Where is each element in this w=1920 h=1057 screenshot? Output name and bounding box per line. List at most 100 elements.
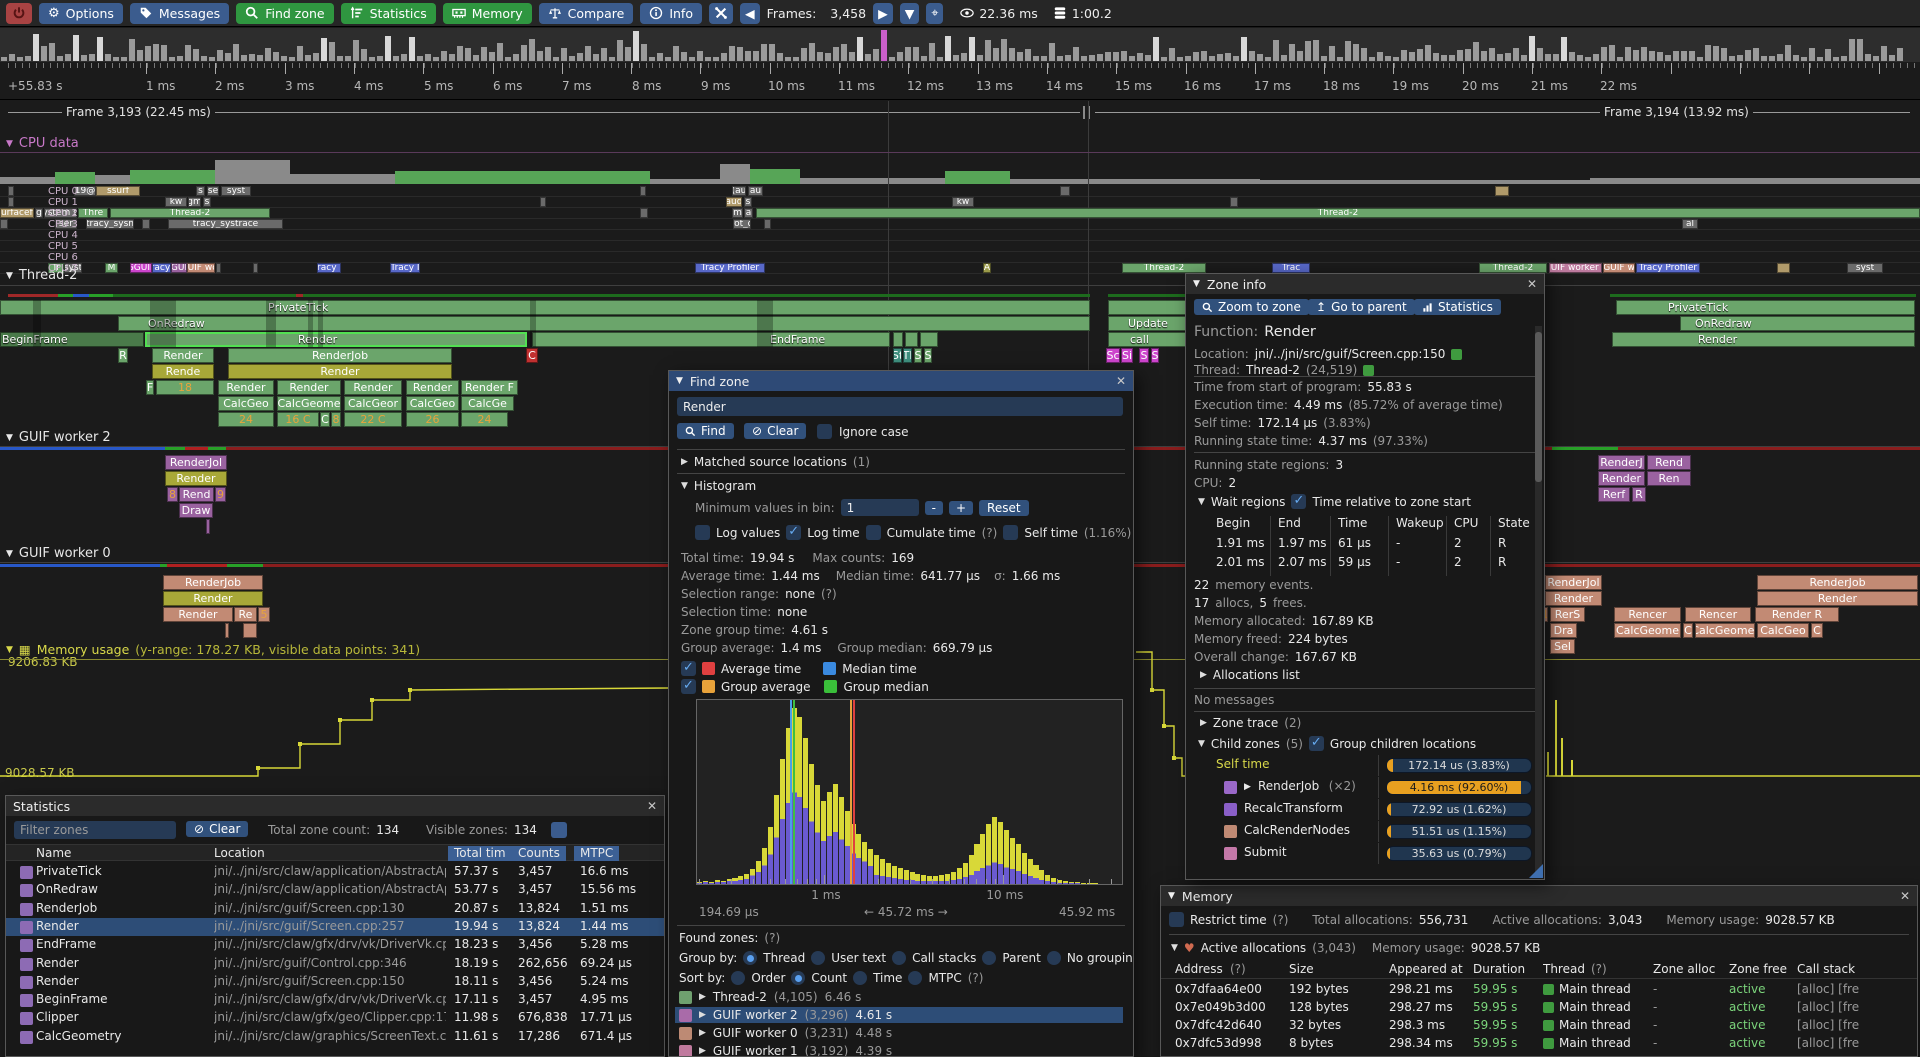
avg-median-checkbox[interactable] (681, 661, 696, 676)
thread2-zone-bar[interactable] (118, 316, 1090, 331)
cpu-zone-bar[interactable]: Tracy Profiler (1636, 263, 1700, 273)
cpu-zone-bar[interactable]: A (983, 263, 991, 273)
guif2-zone-bar[interactable]: RenderJol (165, 455, 227, 470)
cpu-zone-bar[interactable]: (au (732, 186, 746, 196)
find-zone-title-bar[interactable]: ▼ Find zone ✕ (669, 371, 1133, 391)
self-time-checkbox[interactable] (1003, 525, 1018, 540)
thread2-zone-bar[interactable]: CalcGeor (344, 396, 402, 411)
column-header-zone-free[interactable]: Zone free (1729, 962, 1787, 976)
toolbar-messages-button[interactable]: Messages (130, 3, 229, 24)
group-by-radio-call-stacks[interactable] (892, 951, 906, 965)
cumulate-time-checkbox[interactable] (866, 525, 881, 540)
thread2-zone-bar[interactable]: S (914, 348, 922, 363)
thread2-zone-bar[interactable]: St (893, 348, 902, 363)
column-header-call-stack[interactable]: Call stack (1797, 962, 1855, 976)
cpu-zone-bar[interactable]: s (744, 197, 752, 207)
guif0-zone-bar[interactable]: Render R (1755, 607, 1839, 622)
zoom-to-zone-button[interactable]: Zoom to zone (1194, 299, 1309, 315)
goto-frame-button[interactable]: ⌖ (926, 3, 943, 24)
cpu-zone-bar[interactable]: al (1682, 219, 1698, 229)
table-row[interactable]: CalcGeometryjni/../jni/src/claw/graphics… (6, 1028, 665, 1046)
histogram-plot[interactable] (696, 699, 1123, 885)
guif0-zone-bar[interactable]: Render (163, 591, 263, 606)
thread2-zone-bar[interactable]: S (924, 348, 932, 363)
guif0-zone-bar[interactable]: Sel (1550, 639, 1575, 654)
guif2-zone-bar[interactable]: Ren (1647, 471, 1691, 486)
guif0-zone-bar[interactable]: RenderJob (163, 575, 263, 590)
cpu-zone-bar[interactable] (0, 219, 8, 229)
guif2-zone-bar[interactable]: RenderJ (1598, 455, 1645, 470)
cpu-zone-bar[interactable] (1777, 263, 1790, 273)
zone-statistics-button[interactable]: Statistics (1414, 299, 1501, 315)
found-zone-group-row[interactable]: ▶GUIF worker 1(3,192)4.39 s (675, 1043, 1123, 1057)
memory-usage-header[interactable]: ▼ ▦ Memory usage (y-range: 178.27 KB, vi… (6, 642, 420, 657)
frame-labels-row[interactable]: Frame 3,193 (22.45 ms) Frame 3,194 (13.9… (0, 101, 1920, 122)
cpu-zone-bar[interactable]: Tracy I (390, 263, 420, 273)
cpu-zone-bar[interactable]: se (207, 186, 219, 196)
thread2-zone-bar[interactable]: C (526, 348, 538, 363)
guif0-zone-bar[interactable]: Render (1757, 591, 1918, 606)
log-time-checkbox[interactable] (786, 525, 801, 540)
guif2-zone-bar[interactable]: Rend (1647, 455, 1691, 470)
allocation-row[interactable]: 0x7e049b3d00128 bytes298.27 ms59.95 s-ac… (1161, 1000, 1917, 1018)
thread2-zone-bar[interactable]: Rende (152, 364, 214, 379)
zone-trace-toggle[interactable]: ▶Zone trace(2) (1200, 716, 1301, 730)
cpu-zone-bar[interactable]: tracy_systrace (168, 219, 283, 229)
guif0-zone-bar[interactable]: Dra (1550, 623, 1577, 638)
clear-button[interactable]: ⊘Clear (744, 423, 806, 439)
guif0-zone-bar[interactable] (225, 623, 229, 638)
thread2-zone-bar[interactable]: CalcGeome (277, 396, 341, 411)
guif0-zone-bar[interactable]: RenderJob (1757, 575, 1918, 590)
column-header-address[interactable]: Address (1175, 962, 1223, 976)
allocation-row[interactable]: 0x7dfc42d64032 bytes298.3 ms59.95 s-acti… (1161, 1018, 1917, 1036)
thread2-zone-bar[interactable]: Render (344, 380, 402, 395)
guif0-zone-bar[interactable]: Rencer (1614, 607, 1681, 622)
cpu-zone-bar[interactable] (216, 263, 221, 273)
table-row[interactable]: Clipperjni/../jni/src/claw/gfx/geo/Clipp… (6, 1009, 665, 1027)
frame-overview-graph[interactable] (0, 28, 1920, 62)
guif2-zone-bar[interactable] (206, 519, 210, 534)
filter-zones-input[interactable]: Filter zones (14, 821, 176, 839)
cpu-zone-bar[interactable]: s (196, 186, 205, 196)
toolbar-options-button[interactable]: ⚙Options (39, 3, 123, 24)
cpu-zone-bar[interactable]: surfacefli (0, 208, 34, 218)
cpu-zone-bar[interactable] (540, 197, 546, 207)
thread2-zone-bar[interactable]: 24 (218, 412, 274, 427)
go-to-parent-button[interactable]: ↥Go to parent (1308, 299, 1415, 315)
thread2-zone-bar[interactable]: Si (1121, 348, 1133, 363)
guif0-zone-bar[interactable]: CalcGeomet (1695, 623, 1755, 638)
thread2-zone-bar[interactable]: S (1139, 348, 1149, 363)
cpu-zone-bar[interactable]: Tracy ( (152, 263, 171, 273)
collapse-caret-icon[interactable]: ▼ (681, 481, 688, 491)
cpu-zone-bar[interactable]: aud (726, 197, 742, 207)
sort-by-radio-count[interactable] (791, 971, 805, 985)
thread2-zone-bar[interactable]: CalcGe (461, 396, 514, 411)
cpu-zone-bar[interactable]: GUIF w (1603, 263, 1635, 273)
cpu-zone-bar[interactable]: GGUIF (130, 263, 152, 273)
toolbar-tools-button[interactable] (709, 3, 733, 24)
guif0-zone-bar[interactable]: C (1683, 623, 1693, 638)
column-header-name[interactable]: Name (36, 846, 71, 860)
toolbar-statistics-button[interactable]: Statistics (341, 3, 436, 24)
allocation-row[interactable]: 0x7dfc53d9988 bytes298.34 ms59.95 s-acti… (1161, 1036, 1917, 1054)
guif0-zone-bar[interactable]: C (1811, 623, 1823, 638)
child-zones-toggle[interactable]: ▼Child zones(5)Group children locations (1198, 736, 1476, 751)
resize-grip[interactable] (1529, 864, 1543, 878)
column-header-zone-alloc[interactable]: Zone alloc (1653, 962, 1715, 976)
found-zone-group-row[interactable]: ▶Thread-2(4,105)6.46 s (675, 989, 1123, 1005)
expand-arrow-icon[interactable]: ▶ (699, 1010, 706, 1020)
toolbar-compare-button[interactable]: Compare (539, 3, 634, 24)
thread2-zone-bar[interactable] (893, 332, 903, 347)
cpu-zone-bar[interactable]: syst (1847, 263, 1883, 273)
cpu-zone-bar[interactable] (1230, 197, 1238, 207)
thread2-zone-bar[interactable]: Tl (903, 348, 912, 363)
guif0-zone-bar[interactable]: RenderJol (1545, 575, 1602, 590)
child-zone-row[interactable]: RecalcTransform72.92 us (1.62%) (1186, 801, 1532, 818)
thread2-zone-bar[interactable]: CalcGeo (406, 396, 459, 411)
thread2-zone-bar[interactable]: F (146, 380, 154, 395)
restrict-time-checkbox[interactable] (1169, 912, 1184, 927)
cpu-zone-bar[interactable]: syst (221, 186, 251, 196)
cpu-zone-bar[interactable]: GUI (171, 263, 187, 273)
scrollbar[interactable] (1535, 326, 1542, 873)
thread2-zone-bar[interactable]: 26 (406, 412, 459, 427)
